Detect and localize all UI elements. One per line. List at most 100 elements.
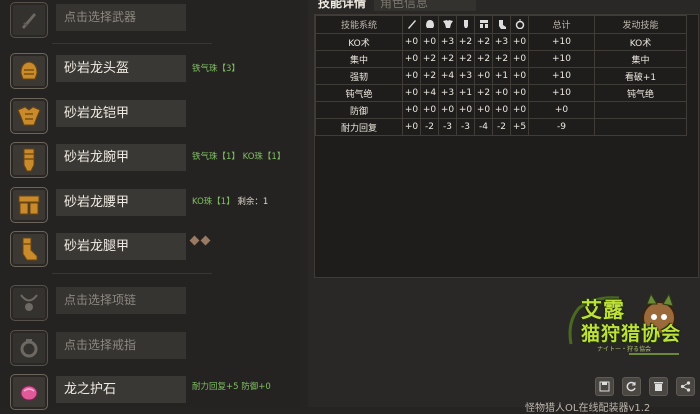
skill-value: +2 [474, 84, 493, 102]
table-row: 耐力回复 +0 -2 -3 -3 -4 -2 +5 -9 [315, 118, 687, 136]
skill-value: +0 [510, 84, 529, 102]
equip-row-charm[interactable]: 龙之护石 耐力回复+5 防御+0 [0, 369, 300, 413]
helm-decorations: 铁气珠【3】 [192, 64, 240, 74]
equip-row-ring[interactable]: 点击选择戒指 [0, 325, 300, 369]
tab-character-info[interactable]: 角色信息 [374, 0, 476, 11]
skill-value: +1 [456, 84, 475, 102]
arm-icon [456, 15, 475, 34]
skill-value: +0 [402, 118, 421, 136]
skill-value: +0 [510, 50, 529, 68]
equip-row-arms[interactable]: 砂岩龙腕甲 铁气珠【1】 KO珠【1】 [0, 137, 300, 181]
skill-value: +0 [402, 67, 421, 85]
skill-value: +0 [420, 33, 439, 51]
arm-decorations: 铁气珠【1】 KO珠【1】 [192, 152, 286, 162]
arm-name[interactable]: 砂岩龙腕甲 [56, 144, 186, 171]
skill-value: +2 [420, 67, 439, 85]
equip-row-weapon[interactable]: 点击选择武器 [0, 0, 300, 41]
weapon-select-field[interactable]: 点击选择武器 [56, 4, 186, 31]
table-row: 强韧 +0 +2 +4 +3 +0 +1 +0 +10 看破+1 [315, 67, 687, 85]
arm-icon[interactable] [10, 142, 48, 178]
ring-select-field[interactable]: 点击选择戒指 [56, 332, 186, 359]
equip-row-necklace[interactable]: 点击选择项链 [0, 280, 300, 324]
share-icon [680, 381, 691, 392]
table-row: KO术 +0 +0 +3 +2 +2 +3 +0 +10 KO术 [315, 33, 687, 51]
skill-value: +0 [492, 84, 511, 102]
skill-value: +3 [438, 33, 457, 51]
waist-decorations: KO珠【1】 剩余：1 [192, 195, 268, 207]
skill-value: +0 [492, 101, 511, 119]
weapon-icon [402, 15, 421, 34]
skill-value: -2 [492, 118, 511, 136]
active-skill: 看破+1 [594, 67, 687, 85]
chest-icon[interactable] [10, 98, 48, 134]
divider [52, 273, 212, 274]
skill-value: +0 [438, 101, 457, 119]
waist-remaining: 剩余：1 [237, 197, 269, 207]
empty-slot-icon [200, 235, 211, 246]
skill-total: +10 [528, 67, 595, 85]
active-skill: KO术 [594, 33, 687, 51]
table-row: 防御 +0 +0 +0 +0 +0 +0 +0 +0 [315, 101, 687, 119]
save-button[interactable] [595, 377, 614, 396]
skill-name: 集中 [315, 50, 403, 68]
header-active: 发动技能 [594, 15, 687, 34]
charm-icon [510, 15, 529, 34]
skill-value: +1 [492, 67, 511, 85]
helm-icon[interactable] [10, 53, 48, 89]
charm-icon[interactable] [10, 374, 48, 410]
skill-value: -3 [456, 118, 475, 136]
refresh-icon [626, 381, 636, 392]
skill-name: KO术 [315, 33, 403, 51]
equip-row-waist[interactable]: 砂岩龙腰甲 KO珠【1】 剩余：1 [0, 182, 300, 226]
ring-slot-icon[interactable] [10, 330, 48, 366]
skill-value: +4 [420, 84, 439, 102]
leg-name[interactable]: 砂岩龙腿甲 [56, 233, 186, 260]
skill-value: +3 [438, 84, 457, 102]
skill-value: -2 [420, 118, 439, 136]
skill-total: +0 [528, 101, 595, 119]
equip-row-chest[interactable]: 砂岩龙铠甲 [0, 93, 300, 137]
chest-name[interactable]: 砂岩龙铠甲 [56, 100, 186, 127]
chest-icon [438, 15, 457, 34]
save-icon [599, 381, 610, 392]
active-skill [594, 118, 687, 136]
skill-name: 防御 [315, 101, 403, 119]
skill-value: +0 [402, 84, 421, 102]
waist-deco-text: KO珠【1】 [192, 197, 235, 207]
divider [52, 43, 212, 44]
skill-value: +2 [474, 33, 493, 51]
skill-value: +0 [420, 101, 439, 119]
skill-value: +3 [492, 33, 511, 51]
skill-value: -4 [474, 118, 493, 136]
skill-value: +3 [456, 67, 475, 85]
tab-skill-details[interactable]: 技能详情 [312, 0, 373, 11]
logo-title-line2: 猫狩猎协会 [581, 323, 682, 345]
skill-value: +0 [456, 101, 475, 119]
charm-name[interactable]: 龙之护石 [56, 376, 186, 403]
charm-skills: 耐力回复+5 防御+0 [192, 382, 271, 392]
skill-value: +4 [438, 67, 457, 85]
skill-value: +2 [438, 50, 457, 68]
necklace-select-field[interactable]: 点击选择项链 [56, 287, 186, 314]
table-header-row: 技能系统 总计 发动技能 [315, 15, 687, 34]
equip-row-helm[interactable]: 砂岩龙头盔 铁气珠【3】 [0, 48, 300, 92]
skill-value: +0 [474, 101, 493, 119]
waist-icon[interactable] [10, 187, 48, 223]
equip-row-legs[interactable]: 砂岩龙腿甲 [0, 226, 300, 270]
necklace-slot-icon[interactable] [10, 285, 48, 321]
skill-value: +0 [402, 50, 421, 68]
helm-name[interactable]: 砂岩龙头盔 [56, 55, 186, 82]
table-row: 集中 +0 +2 +2 +2 +2 +2 +0 +10 集中 [315, 50, 687, 68]
weapon-slot-icon[interactable] [10, 2, 48, 38]
skill-value: +0 [402, 101, 421, 119]
delete-button[interactable] [649, 377, 668, 396]
skill-value: +2 [456, 50, 475, 68]
waist-name[interactable]: 砂岩龙腰甲 [56, 189, 186, 216]
refresh-button[interactable] [622, 377, 641, 396]
skill-table: 技能系统 总计 发动技能 KO术 +0 +0 +3 +2 +2 +3 +0 +1… [314, 14, 699, 278]
share-button[interactable] [676, 377, 695, 396]
leg-icon[interactable] [10, 231, 48, 267]
waist-icon [474, 15, 493, 34]
empty-slots [189, 235, 211, 246]
active-skill: 钝气绝 [594, 84, 687, 102]
